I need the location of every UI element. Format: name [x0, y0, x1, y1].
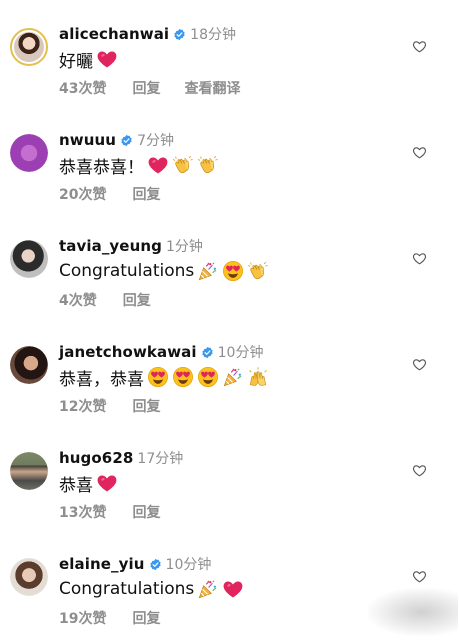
reply-button[interactable]: 回复: [132, 78, 160, 98]
comment-actions: 13次赞 回复: [59, 502, 160, 522]
comment-body: 恭喜: [59, 470, 118, 496]
comment-body: 好曬: [59, 46, 118, 72]
comment-text: 恭喜恭喜！: [59, 157, 144, 178]
comment-username[interactable]: nwuuu: [59, 131, 116, 149]
comment-time: 1分钟: [165, 239, 203, 255]
heart-outline-icon[interactable]: [412, 569, 427, 584]
comment-header: tavia_yeung 1分钟: [59, 236, 203, 256]
reply-button[interactable]: 回复: [132, 396, 160, 416]
verified-badge-icon: [149, 558, 162, 571]
comment-header: hugo628 17分钟: [59, 448, 183, 468]
avatar[interactable]: [10, 28, 48, 66]
heart-eyes-face-icon: [222, 260, 244, 282]
likes-count[interactable]: 12次赞: [59, 396, 106, 416]
comment-item: janetchowkawai 10分钟 恭喜，恭喜 12次赞 回复: [0, 318, 459, 424]
heart-eyes-face-icon: [172, 366, 194, 388]
comment-actions: 20次赞 回复: [59, 184, 160, 204]
comment-username[interactable]: alicechanwai: [59, 25, 169, 43]
heart-outline-icon[interactable]: [412, 463, 427, 478]
avatar[interactable]: [10, 346, 48, 384]
comment-actions: 43次赞 回复 查看翻译: [59, 78, 240, 98]
likes-count[interactable]: 20次赞: [59, 184, 106, 204]
party-popper-icon: [222, 366, 244, 388]
verified-badge-icon: [120, 134, 133, 147]
red-heart-icon: [147, 154, 169, 176]
comment-header: janetchowkawai 10分钟: [59, 342, 263, 362]
comment-time: 7分钟: [137, 133, 174, 149]
comment-actions: 19次赞 回复: [59, 608, 160, 628]
comment-header: nwuuu 7分钟: [59, 130, 174, 150]
verified-badge-icon: [173, 28, 186, 41]
verified-badge-icon: [201, 346, 214, 359]
comment-body: 恭喜恭喜！: [59, 152, 219, 178]
comment-item: tavia_yeung 1分钟 Congratulations 4次赞 回复: [0, 212, 459, 318]
comment-header: elaine_yiu 10分钟: [59, 554, 211, 574]
likes-count[interactable]: 43次赞: [59, 78, 106, 98]
comment-item: nwuuu 7分钟 恭喜恭喜！ 20次赞 回复: [0, 106, 459, 212]
raising-hands-icon: [247, 366, 269, 388]
comments-list: alicechanwai 18分钟 好曬 43次赞 回复 查看翻译 nwuuu …: [0, 0, 459, 640]
comment-body: Congratulations: [59, 258, 269, 284]
reply-button[interactable]: 回复: [132, 184, 160, 204]
heart-outline-icon[interactable]: [412, 357, 427, 372]
heart-outline-icon[interactable]: [412, 251, 427, 266]
heart-eyes-face-icon: [147, 366, 169, 388]
party-popper-icon: [197, 260, 219, 282]
likes-count[interactable]: 19次赞: [59, 608, 106, 628]
heart-outline-icon[interactable]: [412, 39, 427, 54]
comment-item: alicechanwai 18分钟 好曬 43次赞 回复 查看翻译: [0, 0, 459, 106]
avatar[interactable]: [10, 558, 48, 596]
comment-item: hugo628 17分钟 恭喜 13次赞 回复: [0, 424, 459, 530]
likes-count[interactable]: 4次赞: [59, 290, 97, 310]
reply-button[interactable]: 回复: [132, 502, 160, 522]
heart-eyes-face-icon: [197, 366, 219, 388]
comment-text: 恭喜，恭喜: [59, 369, 144, 390]
comment-time: 10分钟: [217, 345, 264, 361]
comment-header: alicechanwai 18分钟: [59, 24, 236, 44]
reply-button[interactable]: 回复: [132, 608, 160, 628]
comment-time: 18分钟: [190, 27, 236, 43]
red-heart-icon: [222, 578, 244, 600]
comment-body: Congratulations: [59, 576, 244, 602]
comment-time: 10分钟: [165, 557, 212, 573]
comment-actions: 12次赞 回复: [59, 396, 160, 416]
comment-text: Congratulations: [59, 579, 195, 599]
likes-count[interactable]: 13次赞: [59, 502, 106, 522]
reply-button[interactable]: 回复: [123, 290, 151, 310]
clapping-hands-icon: [172, 154, 194, 176]
comment-username[interactable]: elaine_yiu: [59, 555, 145, 573]
translate-button[interactable]: 查看翻译: [184, 78, 240, 98]
avatar[interactable]: [10, 452, 48, 490]
comment-username[interactable]: janetchowkawai: [59, 343, 197, 361]
red-heart-icon: [96, 48, 118, 70]
clapping-hands-icon: [247, 260, 269, 282]
comment-actions: 4次赞 回复: [59, 290, 151, 310]
comment-body: 恭喜，恭喜: [59, 364, 269, 390]
clapping-hands-icon: [197, 154, 219, 176]
watermark-smudge: [368, 588, 458, 636]
avatar[interactable]: [10, 134, 48, 172]
red-heart-icon: [96, 472, 118, 494]
comment-text: 好曬: [59, 51, 93, 72]
party-popper-icon: [197, 578, 219, 600]
heart-outline-icon[interactable]: [412, 145, 427, 160]
comment-username[interactable]: hugo628: [59, 449, 133, 467]
comment-username[interactable]: tavia_yeung: [59, 237, 162, 255]
comment-text: Congratulations: [59, 261, 195, 281]
comment-text: 恭喜: [59, 475, 93, 496]
comment-time: 17分钟: [137, 451, 184, 467]
avatar[interactable]: [10, 240, 48, 278]
